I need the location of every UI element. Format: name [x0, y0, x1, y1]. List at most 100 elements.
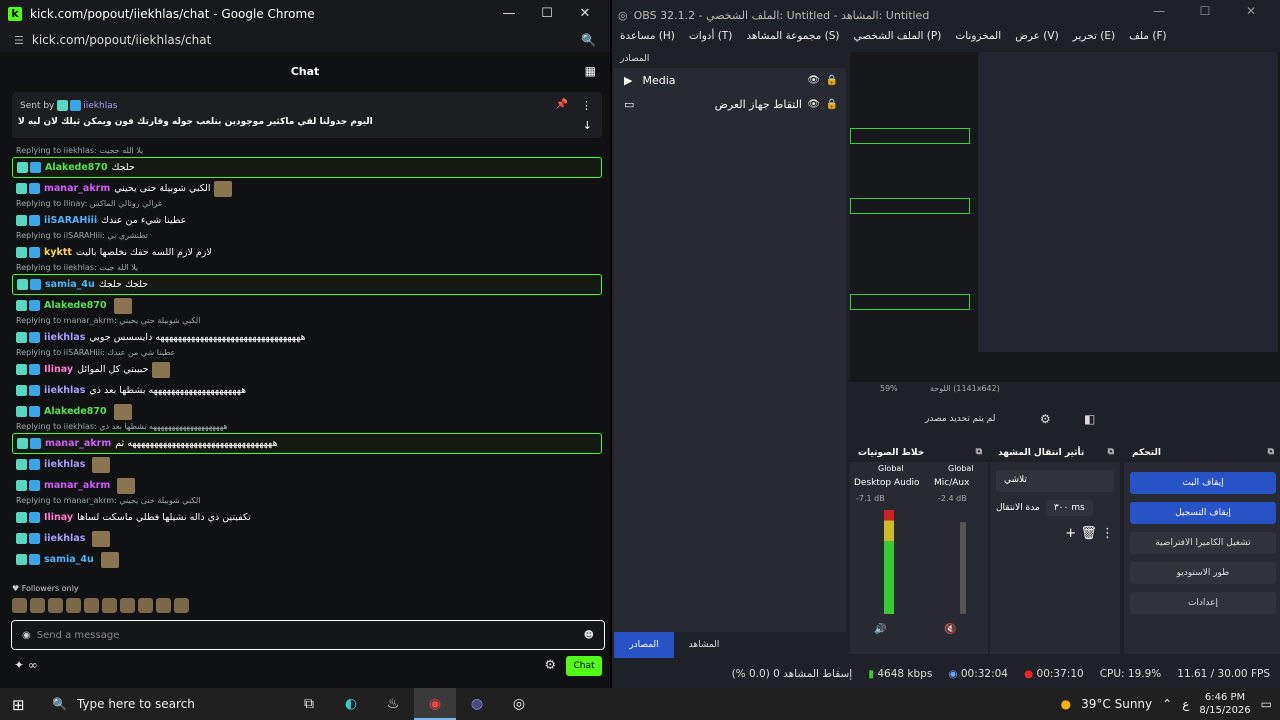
chat-username[interactable]: Alakede870: [45, 162, 108, 173]
chat-username[interactable]: Ilinay: [44, 512, 73, 523]
mute-icon[interactable]: 🔇: [944, 624, 956, 635]
stop-streaming-button[interactable]: إيقاف البث: [1130, 472, 1276, 494]
emote[interactable]: [92, 530, 111, 547]
chat-message[interactable]: Ilinay تكفيتين ذي داله نشيلها فطلي ماسكت …: [12, 507, 602, 528]
emoji-icon[interactable]: ☻: [584, 630, 594, 641]
menu-item[interactable]: مساعدة (H): [620, 30, 675, 48]
zoom-level[interactable]: 59%: [880, 384, 898, 393]
more-icon[interactable]: ⋮: [581, 99, 592, 112]
desktop-volume-meter[interactable]: [884, 510, 894, 614]
tab-sources[interactable]: المصادر: [614, 632, 674, 658]
chat-username[interactable]: kyktt: [44, 247, 72, 258]
chat-message[interactable]: iiekhlas: [12, 454, 602, 475]
windows-start-icon[interactable]: ⊞: [12, 696, 25, 714]
menu-item[interactable]: المخزونات: [955, 30, 1001, 48]
url-text[interactable]: kick.com/popout/iiekhlas/chat: [32, 33, 211, 47]
add-icon[interactable]: +: [1065, 526, 1076, 541]
pin-icon[interactable]: 📌: [556, 99, 568, 110]
chat-username[interactable]: iiSARAHiii: [44, 215, 97, 226]
emote[interactable]: [92, 456, 111, 473]
minimize-button[interactable]: —: [490, 0, 528, 28]
emote[interactable]: [138, 598, 153, 613]
maximize-button[interactable]: ☐: [1182, 4, 1228, 18]
menu-item[interactable]: تحرير (E): [1073, 30, 1115, 48]
chat-username[interactable]: iiekhlas: [44, 533, 85, 544]
close-button[interactable]: ✕: [1228, 4, 1274, 18]
chat-username[interactable]: manar_akrm: [44, 480, 110, 491]
taskbar-search[interactable]: 🔍 Type here to search: [44, 688, 280, 720]
address-bar[interactable]: ☰ kick.com/popout/iiekhlas/chat 🔍: [0, 28, 610, 52]
emote[interactable]: [151, 361, 170, 378]
chat-message[interactable]: samia_4u حلجك حلجك: [12, 274, 602, 295]
emote[interactable]: [30, 598, 45, 613]
chat-message[interactable]: iiekhlas هههههههههههههههههههههه بشطها بعد…: [12, 380, 602, 401]
duration-spinner[interactable]: ٣٠٠ ms: [1045, 500, 1093, 516]
chat-username[interactable]: iiekhlas: [44, 332, 85, 343]
eye-icon[interactable]: 👁: [807, 75, 820, 86]
chat-message[interactable]: Ilinay حبيبتي كل الموائل: [12, 359, 602, 380]
source-media[interactable]: ▶ Media 👁 🔒: [614, 68, 846, 92]
notification-icon[interactable]: ▭: [1261, 697, 1272, 711]
chat-message[interactable]: manar_akrm الكبي شوبيلة حتى يحيني: [12, 178, 602, 199]
chat-message[interactable]: samia_4u: [12, 549, 602, 570]
emote[interactable]: [12, 598, 27, 613]
emote[interactable]: [100, 551, 119, 568]
chat-message[interactable]: Alakede870: [12, 401, 602, 422]
desktop-audio-label[interactable]: Desktop Audio: [854, 478, 920, 488]
mute-icon[interactable]: 🔊: [874, 624, 886, 635]
chat-username[interactable]: Ilinay: [44, 364, 73, 375]
menu-item[interactable]: الملف الشخصي (P): [853, 30, 941, 48]
weather[interactable]: 39°C Sunny: [1081, 697, 1152, 711]
emote[interactable]: [174, 598, 189, 613]
steam-icon[interactable]: ♨: [372, 688, 414, 720]
chevron-up-icon[interactable]: ⌃: [1162, 697, 1172, 711]
extensions-icon[interactable]: ✦ ∞: [14, 658, 38, 672]
menu-item[interactable]: عرض (V): [1015, 30, 1058, 48]
emote[interactable]: [113, 403, 132, 420]
obs-icon[interactable]: ◎: [498, 688, 540, 720]
zoom-icon[interactable]: 🔍: [581, 33, 596, 47]
menu-item[interactable]: أدوات (T): [689, 30, 732, 48]
chrome-icon[interactable]: ◉: [414, 688, 456, 720]
lock-icon[interactable]: 🔒: [826, 75, 838, 86]
gear-icon[interactable]: ⚙: [1040, 412, 1051, 426]
mic-aux-label[interactable]: Mic/Aux: [934, 478, 969, 488]
gift-icon[interactable]: ▦: [585, 64, 596, 78]
site-info-icon[interactable]: ☰: [14, 34, 24, 47]
chat-message[interactable]: iiekhlas هههههههههههههههههههههههههههههههه…: [12, 327, 602, 348]
emote[interactable]: [102, 598, 117, 613]
message-placeholder[interactable]: Send a message: [37, 630, 120, 641]
clock[interactable]: 6:46 PM 8/15/2026: [1199, 691, 1250, 717]
message-input[interactable]: ◉ Send a message ☻: [11, 620, 605, 650]
emote[interactable]: [120, 598, 135, 613]
chat-button[interactable]: Chat: [566, 656, 602, 676]
studio-mode-button[interactable]: طور الاستوديو: [1130, 562, 1276, 584]
chat-username[interactable]: manar_akrm: [44, 183, 110, 194]
tab-scenes[interactable]: المشاهد: [674, 632, 734, 658]
preview-canvas[interactable]: [850, 52, 1280, 382]
eye-icon[interactable]: 👁: [807, 99, 820, 110]
mic-volume-meter[interactable]: [960, 522, 966, 614]
emote[interactable]: [117, 477, 136, 494]
settings-button[interactable]: إعدادات: [1130, 592, 1276, 614]
chat-username[interactable]: Alakede870: [44, 406, 107, 417]
chat-message[interactable]: Alakede870: [12, 295, 602, 316]
emote[interactable]: [66, 598, 81, 613]
virtual-camera-button[interactable]: تشغيل الكاميرا الافتراضية: [1130, 532, 1276, 554]
chat-username[interactable]: samia_4u: [44, 554, 94, 565]
emote[interactable]: [156, 598, 171, 613]
source-display-capture[interactable]: ▭ التقاط جهاز العرض 👁 🔒: [614, 92, 846, 116]
emote[interactable]: [113, 297, 132, 314]
task-view-icon[interactable]: ⧉: [288, 688, 330, 720]
chat-message[interactable]: iiekhlas: [12, 528, 602, 549]
chat-username[interactable]: iiekhlas: [44, 385, 85, 396]
stop-recording-button[interactable]: إيقاف التسجيل: [1130, 502, 1276, 524]
chat-message[interactable]: Alakede870 حلجك: [12, 157, 602, 178]
chat-username[interactable]: manar_akrm: [45, 438, 111, 449]
close-button[interactable]: ✕: [566, 0, 604, 28]
edge-icon[interactable]: ◐: [330, 688, 372, 720]
chat-username[interactable]: Alakede870: [44, 300, 107, 311]
chat-username[interactable]: samia_4u: [45, 279, 95, 290]
emote[interactable]: [213, 180, 232, 197]
minimize-button[interactable]: —: [1136, 4, 1182, 18]
